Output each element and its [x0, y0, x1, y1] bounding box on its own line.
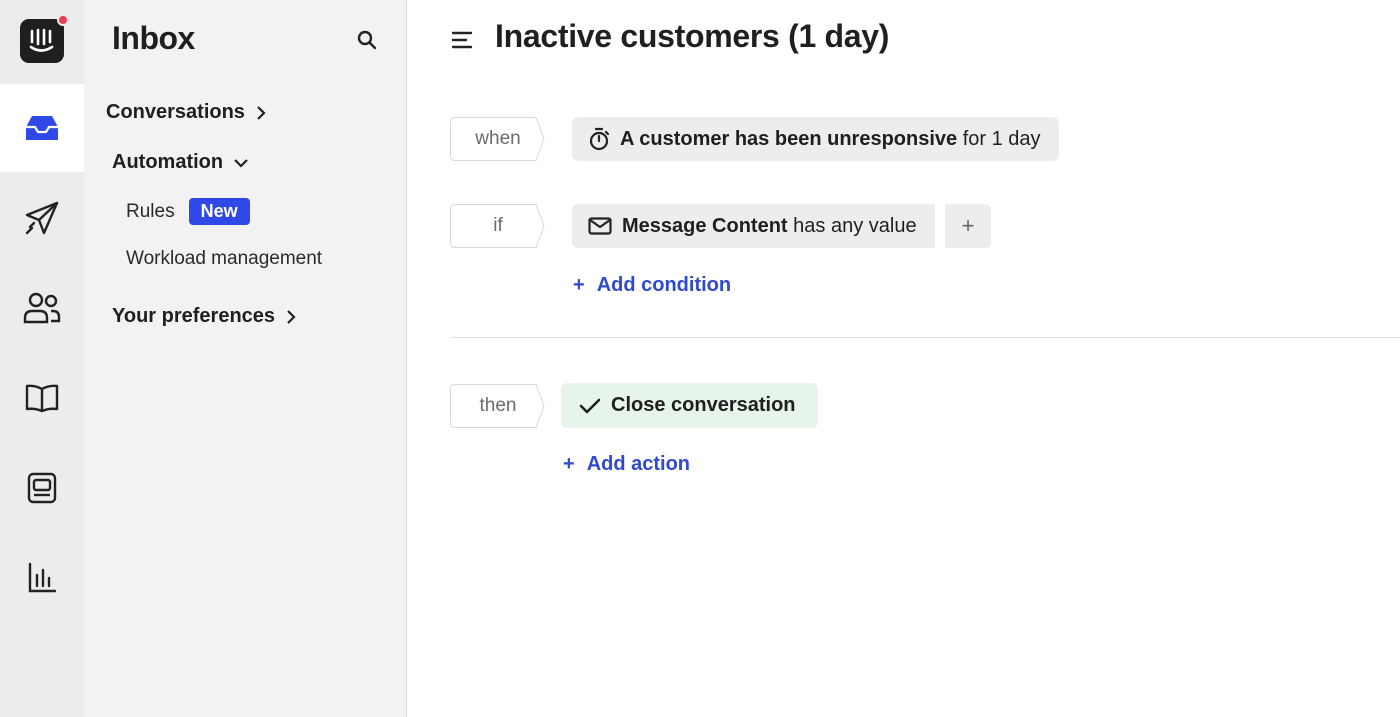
add-action-button[interactable]: + Add action [563, 453, 690, 476]
action-label: Close conversation [611, 394, 796, 416]
rail-inbox[interactable] [0, 84, 84, 172]
page-title: Inactive customers (1 day) [495, 18, 890, 54]
sidebar-item-label: Automation [112, 151, 224, 173]
rail-outbound[interactable] [0, 174, 84, 262]
rail-reports[interactable] [0, 534, 84, 622]
when-tag: when [450, 117, 546, 161]
sidebar-title: Inbox [112, 20, 195, 56]
chevron-down-icon [234, 158, 248, 168]
divider [451, 337, 1400, 338]
timer-icon [589, 127, 610, 151]
rail-knowledge[interactable] [0, 354, 84, 442]
add-condition-label: Add condition [596, 274, 732, 296]
search-icon[interactable] [356, 29, 378, 51]
trigger-bold: A customer has been unresponsive [620, 127, 958, 150]
notification-dot [57, 14, 69, 26]
add-action-label: Add action [586, 453, 691, 475]
outbound-icon [25, 201, 59, 235]
icon-rail [0, 0, 84, 717]
plus-icon: + [573, 274, 585, 296]
envelope-icon [588, 217, 612, 235]
sidebar-item-label: Conversations [106, 101, 245, 123]
condition-bold: Message Content [622, 214, 788, 237]
then-tag: then [450, 384, 546, 428]
trigger-pill[interactable]: A customer has been unresponsive for 1 d… [572, 117, 1059, 161]
chevron-right-icon [257, 105, 266, 120]
sidebar-item-label: Your preferences [112, 305, 276, 327]
plus-icon: + [563, 453, 575, 475]
if-tag: if [450, 204, 546, 248]
trigger-rest: for 1 day [962, 127, 1041, 150]
sidebar-item-rules[interactable]: Rules New [126, 198, 250, 225]
sidebar-item-label: Rules [126, 200, 175, 222]
app-logo[interactable] [0, 0, 84, 82]
intercom-logo-icon [20, 14, 69, 63]
chevron-right-icon [287, 309, 296, 324]
sidebar-item-automation[interactable]: Automation [112, 151, 249, 174]
sidebar-item-conversations[interactable]: Conversations [106, 101, 267, 124]
reports-icon [28, 562, 57, 593]
messenger-icon [27, 472, 57, 504]
inbox-icon [26, 116, 58, 140]
knowledge-icon [25, 384, 59, 413]
new-badge: New [188, 198, 250, 225]
rail-contacts[interactable] [0, 264, 84, 352]
add-condition-group-button[interactable]: + [945, 204, 991, 248]
rail-messenger[interactable] [0, 444, 84, 532]
checkmark-icon [579, 398, 601, 413]
sidebar-item-preferences[interactable]: Your preferences [112, 305, 297, 328]
inbox-sidebar: Inbox Conversations Automation Rules New… [84, 0, 407, 717]
menu-icon[interactable] [451, 30, 473, 50]
rule-editor: Inactive customers (1 day) when A custom… [407, 0, 1400, 717]
add-condition-button[interactable]: + Add condition [573, 274, 731, 297]
sidebar-item-workload[interactable]: Workload management [126, 248, 322, 270]
condition-rest: has any value [793, 214, 917, 237]
contacts-icon [23, 292, 61, 324]
close-conversation-action[interactable]: Close conversation [561, 383, 818, 428]
sidebar-item-label: Workload management [126, 248, 323, 269]
condition-pill[interactable]: Message Content has any value [572, 204, 935, 248]
